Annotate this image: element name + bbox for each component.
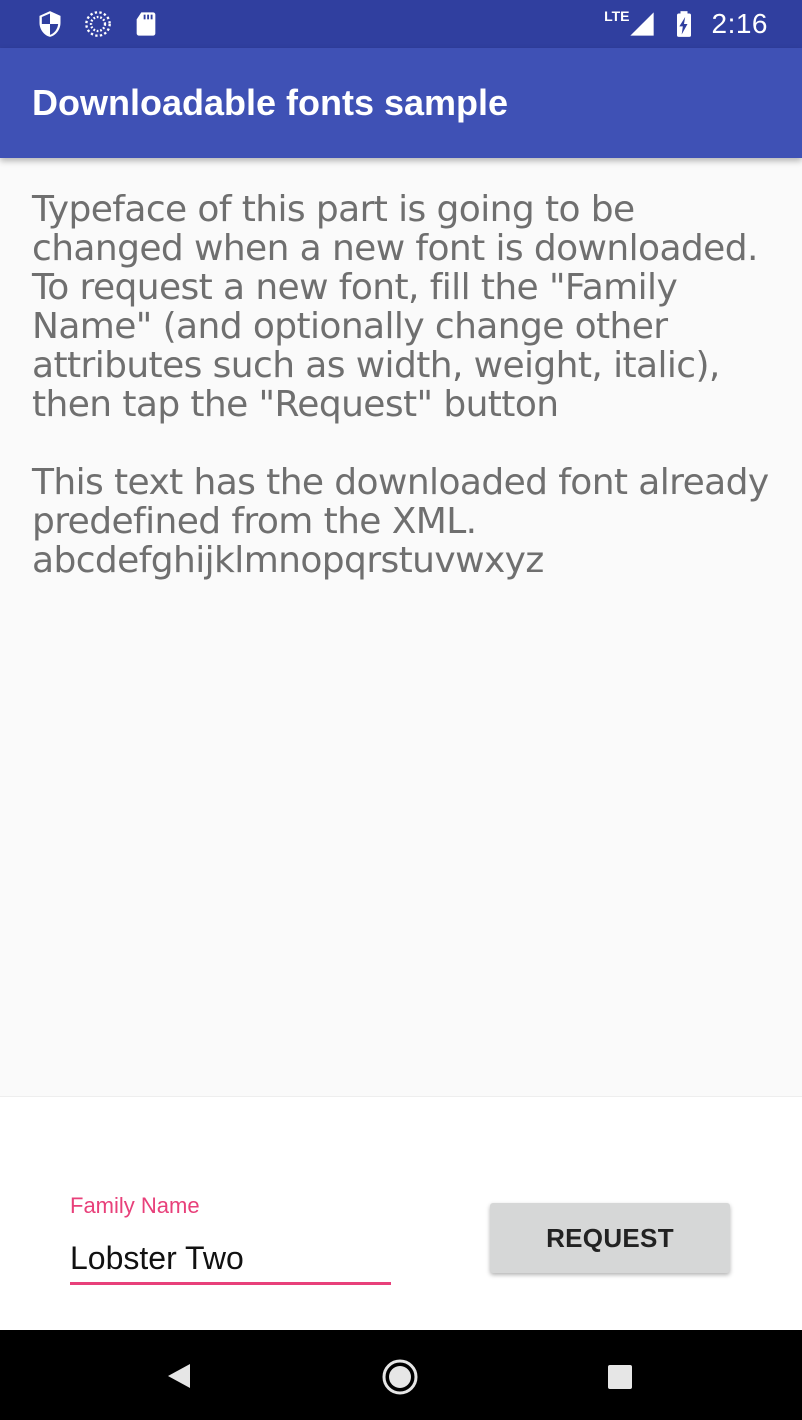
status-right-icons: LTE 2:16 [604,8,768,40]
recents-icon[interactable] [608,1365,632,1389]
status-time: 2:16 [711,8,768,39]
shield-icon [39,11,61,37]
family-name-label: Family Name [70,1193,200,1218]
home-icon[interactable] [381,1358,419,1396]
content-area: Typeface of this part is going to be cha… [32,190,772,580]
predefined-font-text: This text has the downloaded font alread… [32,463,772,580]
sync-icon [85,11,111,37]
back-icon[interactable] [166,1362,192,1390]
status-left-icons [36,10,160,38]
navigation-bar [0,1330,802,1420]
predefined-font-line: This text has the downloaded font alread… [32,462,769,542]
description-paragraph: Typeface of this part is going to be cha… [32,189,758,425]
request-button[interactable]: REQUEST [490,1203,730,1273]
sd-card-icon [136,12,156,36]
battery-charging-icon [676,11,691,37]
status-bar: LTE 2:16 [0,0,802,48]
family-name-underline [70,1282,391,1285]
request-panel: Family Name REQUEST [0,1096,802,1330]
family-name-input[interactable] [70,1233,390,1283]
signal-icon [629,12,654,36]
app-bar: Downloadable fonts sample [0,48,802,158]
alphabet-line: abcdefghijklmnopqrstuvwxyz [32,540,544,581]
network-type-label: LTE [604,8,630,24]
app-title: Downloadable fonts sample [32,82,509,123]
